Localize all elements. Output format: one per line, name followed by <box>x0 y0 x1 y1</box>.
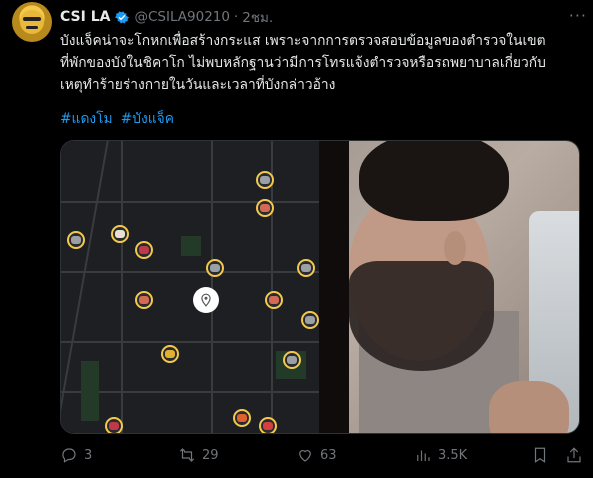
views-button[interactable]: 3.5K <box>414 446 467 464</box>
map-marker <box>256 199 274 217</box>
like-button[interactable]: 63 <box>296 446 414 464</box>
tweet-header: CSI LA @CSILA90210 · 2ชม. <box>60 6 583 28</box>
map-marker <box>105 417 123 433</box>
more-icon[interactable]: ··· <box>569 6 587 25</box>
verified-badge-icon <box>115 11 130 24</box>
media-image[interactable] <box>60 140 580 434</box>
map-marker <box>283 351 301 369</box>
share-icon[interactable] <box>565 446 583 464</box>
map-marker <box>67 231 85 249</box>
separator-dot: · <box>233 9 239 25</box>
retweet-count: 29 <box>202 447 219 463</box>
avatar-mouth <box>26 26 38 29</box>
bookmark-icon[interactable] <box>531 446 549 464</box>
location-pin-icon <box>193 287 219 313</box>
map-marker <box>265 291 283 309</box>
hashtags: #แดงโม #บังแจ็ค <box>60 108 174 130</box>
map-marker <box>297 259 315 277</box>
map-marker <box>301 311 319 329</box>
map-marker <box>233 409 251 427</box>
map-marker <box>206 259 224 277</box>
tweet-actions: 3 29 63 3.5K <box>60 444 583 466</box>
hashtag-link[interactable]: #แดงโม <box>60 108 113 130</box>
reply-count: 3 <box>84 447 93 463</box>
selfie-photo <box>319 141 579 433</box>
tweet-text: บังแจ็คน่าจะโกหกเพื่อสร้างกระแส เพราะจาก… <box>60 33 546 93</box>
reply-button[interactable]: 3 <box>60 446 178 464</box>
timestamp[interactable]: 2ชม. <box>242 6 273 28</box>
map-marker <box>259 417 277 433</box>
map-image <box>61 141 319 433</box>
author-handle[interactable]: @CSILA90210 <box>134 9 230 25</box>
views-count: 3.5K <box>438 447 468 463</box>
map-marker <box>111 225 129 243</box>
like-count: 63 <box>320 447 337 463</box>
avatar[interactable] <box>12 2 52 42</box>
retweet-button[interactable]: 29 <box>178 446 296 464</box>
avatar-face <box>20 10 44 34</box>
reply-icon <box>62 448 76 463</box>
author-name[interactable]: CSI LA <box>60 9 110 25</box>
map-marker <box>256 171 274 189</box>
hashtag-link[interactable]: #บังแจ็ค <box>121 108 174 130</box>
map-marker <box>161 345 179 363</box>
like-icon <box>299 450 311 462</box>
retweet-icon <box>179 448 195 462</box>
views-icon <box>417 450 430 461</box>
map-marker <box>135 241 153 259</box>
map-marker <box>135 291 153 309</box>
avatar-brow <box>23 17 41 21</box>
